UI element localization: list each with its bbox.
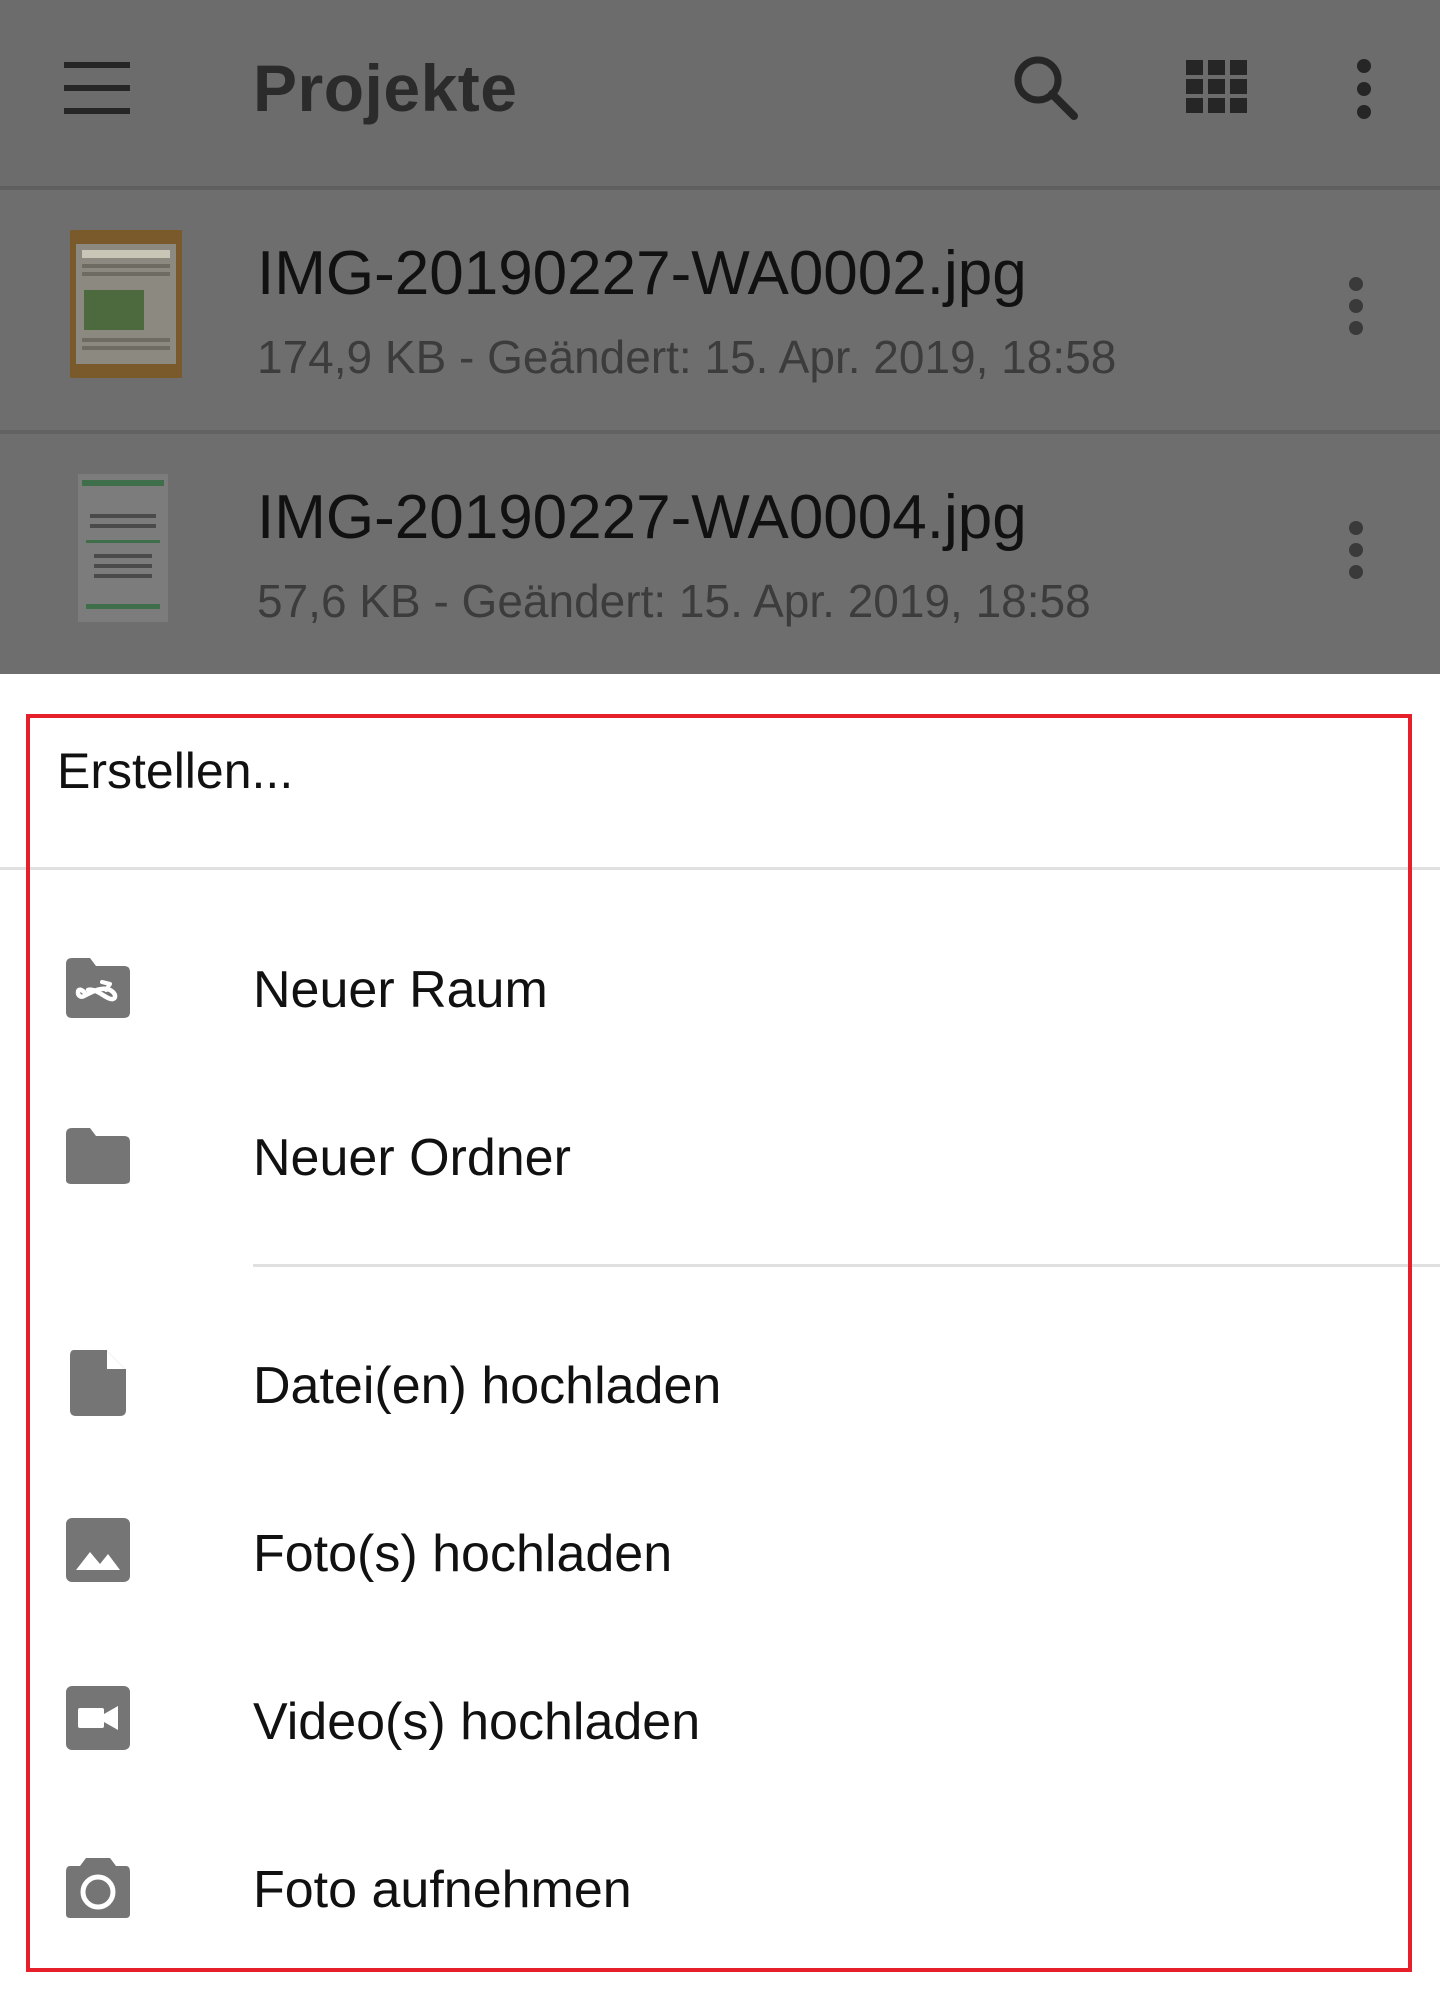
new-folder-item[interactable]: Neuer Ordner <box>0 1070 1440 1238</box>
more-vert-icon[interactable] <box>1342 276 1370 336</box>
file-name: IMG-20190227-WA0004.jpg <box>257 483 1027 552</box>
app-bar: Projekte <box>0 0 1440 190</box>
page-title: Projekte <box>253 51 518 125</box>
file-thumbnail <box>70 230 182 378</box>
new-room-item[interactable]: Neuer Raum <box>0 902 1440 1070</box>
upload-videos-label: Video(s) hochladen <box>253 1693 701 1751</box>
divider <box>253 1264 1440 1267</box>
file-row[interactable]: IMG-20190227-WA0004.jpg 57,6 KB - Geände… <box>0 434 1440 674</box>
more-vert-icon[interactable] <box>1350 58 1378 120</box>
file-icon <box>70 1350 126 1416</box>
more-vert-icon[interactable] <box>1342 520 1370 580</box>
take-photo-label: Foto aufnehmen <box>253 1861 632 1919</box>
new-room-label: Neuer Raum <box>253 961 548 1019</box>
file-thumbnail <box>78 474 168 622</box>
divider <box>0 867 1440 870</box>
file-meta: 57,6 KB - Geändert: 15. Apr. 2019, 18:58 <box>257 575 1091 627</box>
camera-icon <box>66 1858 130 1918</box>
take-photo-item[interactable]: Foto aufnehmen <box>0 1802 1440 1970</box>
room-icon <box>66 958 130 1018</box>
folder-icon <box>66 1128 130 1184</box>
upload-files-label: Datei(en) hochladen <box>253 1357 722 1415</box>
video-icon <box>66 1686 130 1750</box>
sheet-title: Erstellen... <box>57 743 294 799</box>
create-bottom-sheet: Erstellen... Neuer Raum Neuer Ordner Dat… <box>0 674 1440 2005</box>
search-icon[interactable] <box>1012 54 1078 120</box>
grid-view-icon[interactable] <box>1186 60 1248 114</box>
upload-photos-label: Foto(s) hochladen <box>253 1525 673 1583</box>
upload-files-item[interactable]: Datei(en) hochladen <box>0 1298 1440 1466</box>
file-name: IMG-20190227-WA0002.jpg <box>257 239 1027 308</box>
image-icon <box>66 1518 130 1582</box>
file-row[interactable]: IMG-20190227-WA0002.jpg 174,9 KB - Geänd… <box>0 190 1440 434</box>
upload-videos-item[interactable]: Video(s) hochladen <box>0 1634 1440 1802</box>
new-folder-label: Neuer Ordner <box>253 1129 571 1187</box>
file-meta: 174,9 KB - Geändert: 15. Apr. 2019, 18:5… <box>257 331 1117 383</box>
menu-icon[interactable] <box>64 62 130 114</box>
upload-photos-item[interactable]: Foto(s) hochladen <box>0 1466 1440 1634</box>
